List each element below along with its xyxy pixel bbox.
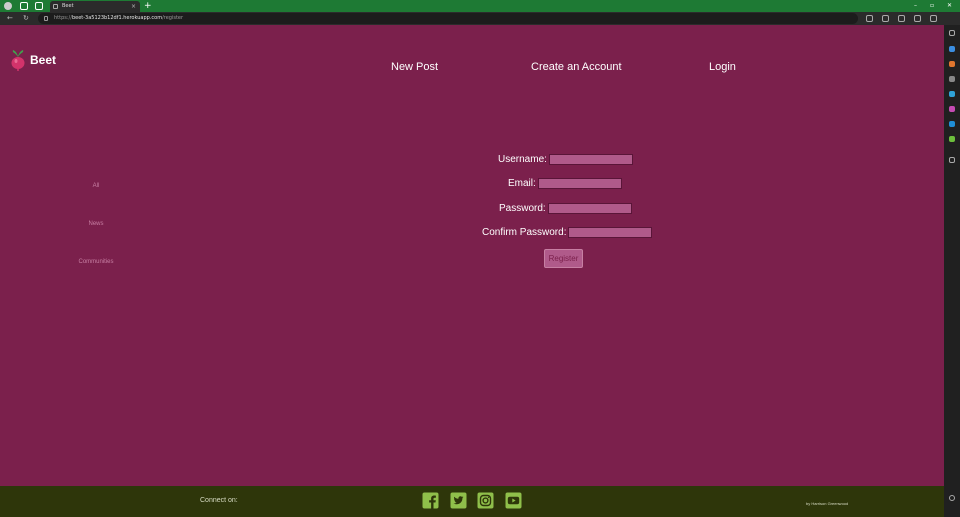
settings-icon[interactable] xyxy=(949,495,955,501)
footer-credit: by Harrison Greenwood xyxy=(806,501,849,506)
email-input[interactable] xyxy=(537,177,622,189)
email-label: Email: xyxy=(508,177,536,189)
instagram-icon[interactable] xyxy=(477,492,494,509)
collections-icon[interactable] xyxy=(898,15,905,22)
beet-logo-icon xyxy=(11,50,25,71)
logo-text: Beet xyxy=(30,53,57,67)
password-input[interactable] xyxy=(547,202,632,214)
url-host: beet-3a5123b12df1.herokuapp.com xyxy=(71,15,163,21)
new-tab-button[interactable]: + xyxy=(144,0,152,12)
maximize-button[interactable]: ▫ xyxy=(930,0,934,12)
site-logo[interactable]: Beet xyxy=(10,49,56,71)
tools-icon[interactable] xyxy=(949,61,955,67)
password-label: Password: xyxy=(499,202,546,214)
connect-label: Connect on: xyxy=(200,497,238,504)
page: Beet New Post Create an Account Login Al… xyxy=(0,25,944,517)
twitter-icon[interactable] xyxy=(450,492,467,509)
add-panel-icon[interactable] xyxy=(949,157,955,163)
close-window-button[interactable]: ✕ xyxy=(947,0,952,12)
search-icon[interactable] xyxy=(949,30,955,36)
password-row: Password: xyxy=(499,201,632,215)
facebook-icon[interactable] xyxy=(422,492,439,509)
confirm-password-label: Confirm Password: xyxy=(482,226,567,238)
drop-icon[interactable] xyxy=(949,121,955,127)
sidebar-item-all[interactable]: All xyxy=(93,183,100,189)
nav-create-account[interactable]: Create an Account xyxy=(531,61,622,73)
office-icon[interactable] xyxy=(949,91,955,97)
url-path: /register xyxy=(162,15,184,21)
minimize-button[interactable]: – xyxy=(914,0,917,12)
sidebar-item-communities[interactable]: Communities xyxy=(78,259,113,265)
workspaces-icon[interactable] xyxy=(20,2,28,10)
sidebar-item-news[interactable]: News xyxy=(88,221,103,227)
username-label: Username: xyxy=(498,153,547,165)
tab-actions-icon[interactable] xyxy=(35,2,43,10)
confirm-password-row: Confirm Password: xyxy=(482,225,653,239)
tab-title: Beet xyxy=(62,3,74,9)
back-icon[interactable]: ← xyxy=(7,14,13,23)
shopping-icon[interactable] xyxy=(949,46,955,52)
designer-icon[interactable] xyxy=(949,136,955,142)
refresh-icon[interactable]: ↻ xyxy=(23,14,29,23)
nav-new-post[interactable]: New Post xyxy=(391,61,438,73)
confirm-password-input[interactable] xyxy=(568,226,653,238)
email-row: Email: xyxy=(508,176,622,190)
youtube-icon[interactable] xyxy=(505,492,522,509)
browser-essentials-icon[interactable] xyxy=(914,15,921,22)
lock-icon xyxy=(44,16,48,21)
tab-close-icon[interactable]: × xyxy=(131,1,136,12)
address-bar[interactable]: https://beet-3a5123b12df1.herokuapp.com/… xyxy=(38,13,858,24)
games-icon[interactable] xyxy=(949,76,955,82)
browser-tab[interactable]: Beet × xyxy=(50,1,140,12)
profile-avatar-icon[interactable] xyxy=(4,2,12,10)
username-input[interactable] xyxy=(548,153,633,165)
footer: Connect on: by Harrison Greenwood xyxy=(0,486,944,517)
favorites-icon[interactable] xyxy=(882,15,889,22)
outlook-icon[interactable] xyxy=(949,106,955,112)
username-row: Username: xyxy=(498,152,633,166)
split-screen-icon[interactable] xyxy=(866,15,873,22)
browser-title-bar: Beet × + – ▫ ✕ xyxy=(0,0,960,12)
nav-login[interactable]: Login xyxy=(709,61,736,73)
register-button[interactable]: Register xyxy=(544,249,583,268)
page-favicon-icon xyxy=(53,4,58,9)
url-scheme: https:// xyxy=(54,15,72,21)
browser-toolbar: ← ↻ https://beet-3a5123b12df1.herokuapp.… xyxy=(0,12,960,25)
browser-side-panel xyxy=(944,25,960,517)
more-menu-icon[interactable] xyxy=(930,15,937,22)
